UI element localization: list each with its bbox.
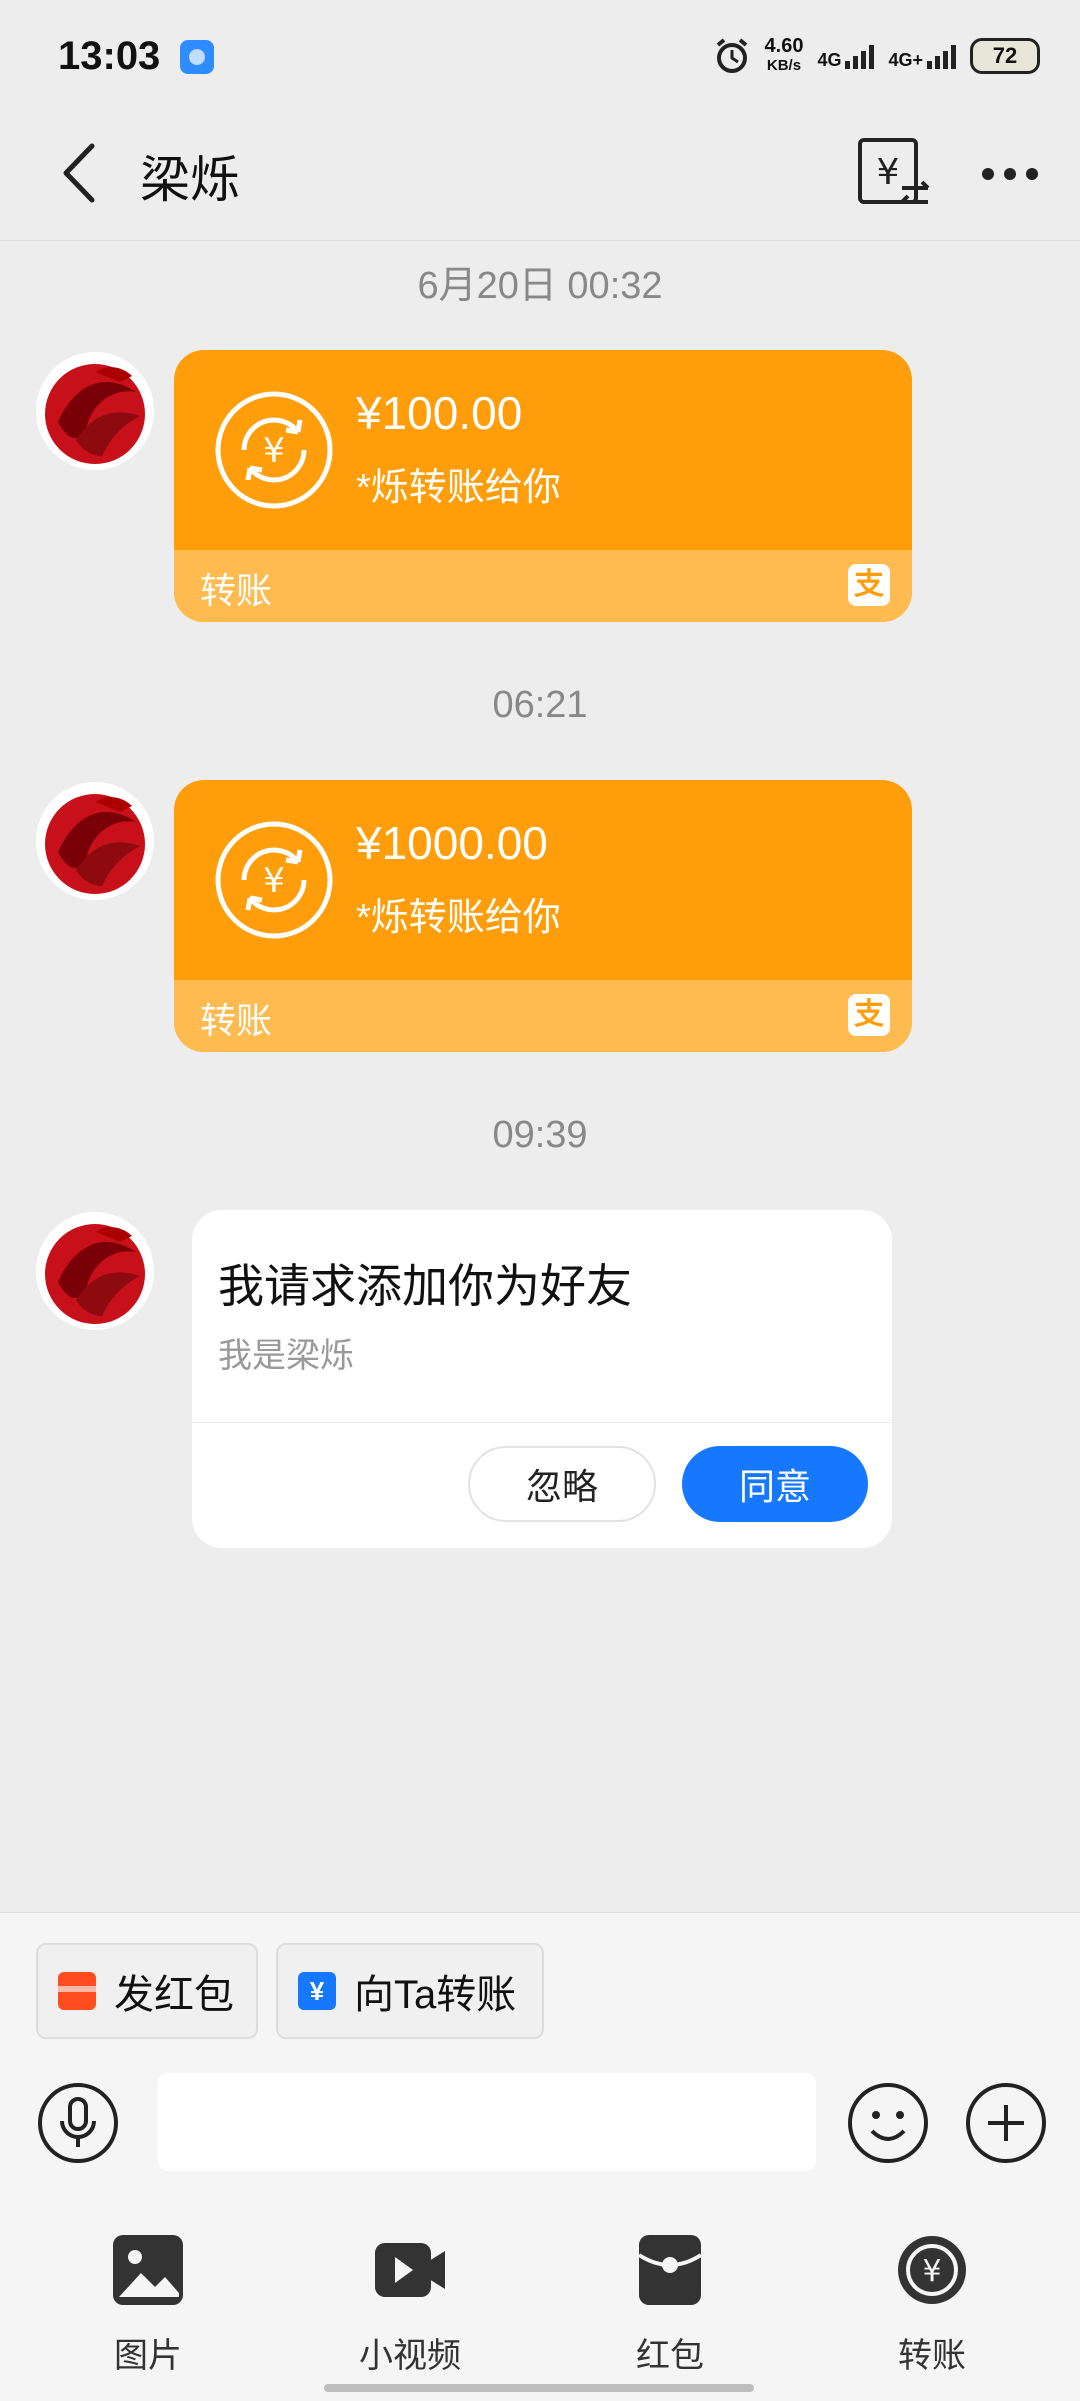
transfer-to-ta-label: 向Ta转账 <box>354 1973 517 2017</box>
transfer-note: *烁转账给你 <box>356 897 561 939</box>
avatar[interactable] <box>36 782 154 900</box>
toolbar-red-envelope[interactable]: 红包 <box>600 2233 740 2377</box>
bottom-panel: 发红包 ¥ 向Ta转账 图片 小视频 红包 ¥ 转账 <box>0 1912 1080 2401</box>
avatar[interactable] <box>36 1212 154 1330</box>
message-timestamp: 06:21 <box>492 684 588 726</box>
voice-icon[interactable] <box>36 2081 120 2165</box>
toolbar-transfer-label: 转账 <box>898 2337 966 2375</box>
send-red-packet-button[interactable]: 发红包 <box>36 1943 258 2039</box>
emoji-icon[interactable] <box>846 2081 930 2165</box>
message-input[interactable] <box>158 2073 816 2171</box>
transfer-icon: ¥ <box>898 2236 966 2304</box>
alipay-icon: 支 <box>848 994 890 1036</box>
alarm-icon <box>716 38 747 73</box>
transfer-message[interactable]: ¥ ¥1000.00 *烁转账给你 转账 支 <box>174 780 912 1052</box>
toolbar-transfer[interactable]: ¥ 转账 <box>862 2233 1002 2377</box>
signal-icon <box>927 43 956 69</box>
transfer-record-icon[interactable]: ¥ <box>852 132 936 216</box>
agree-button[interactable]: 同意 <box>682 1446 868 1522</box>
sim2-signal: 4G+ <box>888 43 956 69</box>
alipay-icon: 支 <box>848 564 890 606</box>
friend-request-card: 我请求添加你为好友 我是梁烁 忽略 同意 <box>192 1210 892 1548</box>
avatar-image <box>36 1212 154 1330</box>
avatar[interactable] <box>36 352 154 470</box>
svg-text:¥: ¥ <box>922 2254 941 2289</box>
transfer-footer-label: 转账 <box>200 1000 273 1041</box>
signal-icon <box>845 43 875 69</box>
send-red-packet-label: 发红包 <box>114 1973 234 2017</box>
status-indicators: 4.60 KB/s 4G 4G+ 72 <box>713 34 1040 78</box>
ignore-button[interactable]: 忽略 <box>468 1446 656 1522</box>
status-bar: 13:03 4.60 KB/s 4G 4G+ 72 <box>0 0 1080 110</box>
battery-level: 72 <box>992 43 1018 68</box>
back-icon[interactable] <box>52 138 112 208</box>
net-speed-unit: KB/s <box>766 57 802 74</box>
transfer-body: ¥ ¥1000.00 *烁转账给你 <box>174 780 912 980</box>
chat-title: 梁烁 <box>140 152 240 208</box>
avatar-image <box>36 782 154 900</box>
yuan-transfer-icon: ¥ <box>298 1972 336 2010</box>
app-notification-icon <box>180 40 214 74</box>
red-envelope-icon <box>637 2235 703 2305</box>
sim1-type: 4G <box>817 50 842 70</box>
transfer-footer: 转账 支 <box>174 550 912 622</box>
message-timestamp: 09:39 <box>492 1114 588 1156</box>
divider <box>192 1422 892 1423</box>
transfer-amount: ¥1000.00 <box>356 817 548 869</box>
svg-text:¥: ¥ <box>263 861 285 901</box>
sim2-type: 4G+ <box>888 50 923 70</box>
transfer-amount: ¥100.00 <box>356 387 523 439</box>
toolbar-image[interactable]: 图片 <box>78 2233 218 2377</box>
transfer-icon: ¥ <box>215 821 333 939</box>
red-packet-icon <box>58 1972 96 2010</box>
message-timestamp: 6月20日 00:32 <box>417 265 663 307</box>
transfer-note: *烁转账给你 <box>356 467 561 509</box>
toolbar-red-envelope-label: 红包 <box>636 2337 704 2375</box>
chat-header: 梁烁 ¥ <box>0 110 1080 241</box>
image-icon <box>113 2235 183 2305</box>
toolbar-video[interactable]: 小视频 <box>340 2233 480 2377</box>
battery-icon: 72 <box>970 38 1040 74</box>
transfer-to-ta-button[interactable]: ¥ 向Ta转账 <box>276 1943 544 2039</box>
sim1-signal: 4G <box>817 43 875 70</box>
transfer-icon: ¥ <box>215 391 333 509</box>
svg-text:¥: ¥ <box>877 152 900 193</box>
net-speed-value: 4.60 <box>764 35 804 57</box>
transfer-footer: 转账 支 <box>174 980 912 1052</box>
net-speed: 4.60 KB/s <box>765 36 804 76</box>
plus-icon[interactable] <box>964 2081 1048 2165</box>
friend-request-message: 我是梁烁 <box>218 1337 354 1375</box>
avatar-image <box>36 352 154 470</box>
toolbar-video-label: 小视频 <box>359 2337 461 2375</box>
home-indicator[interactable] <box>324 2384 754 2392</box>
transfer-footer-label: 转账 <box>200 570 273 611</box>
toolbar-image-label: 图片 <box>114 2337 182 2375</box>
friend-request-title: 我请求添加你为好友 <box>218 1260 632 1312</box>
video-icon <box>375 2243 445 2297</box>
status-time: 13:03 <box>58 34 161 78</box>
transfer-body: ¥ ¥100.00 *烁转账给你 <box>174 350 912 550</box>
more-icon[interactable] <box>968 132 1052 216</box>
svg-text:¥: ¥ <box>263 431 285 471</box>
transfer-message[interactable]: ¥ ¥100.00 *烁转账给你 转账 支 <box>174 350 912 622</box>
